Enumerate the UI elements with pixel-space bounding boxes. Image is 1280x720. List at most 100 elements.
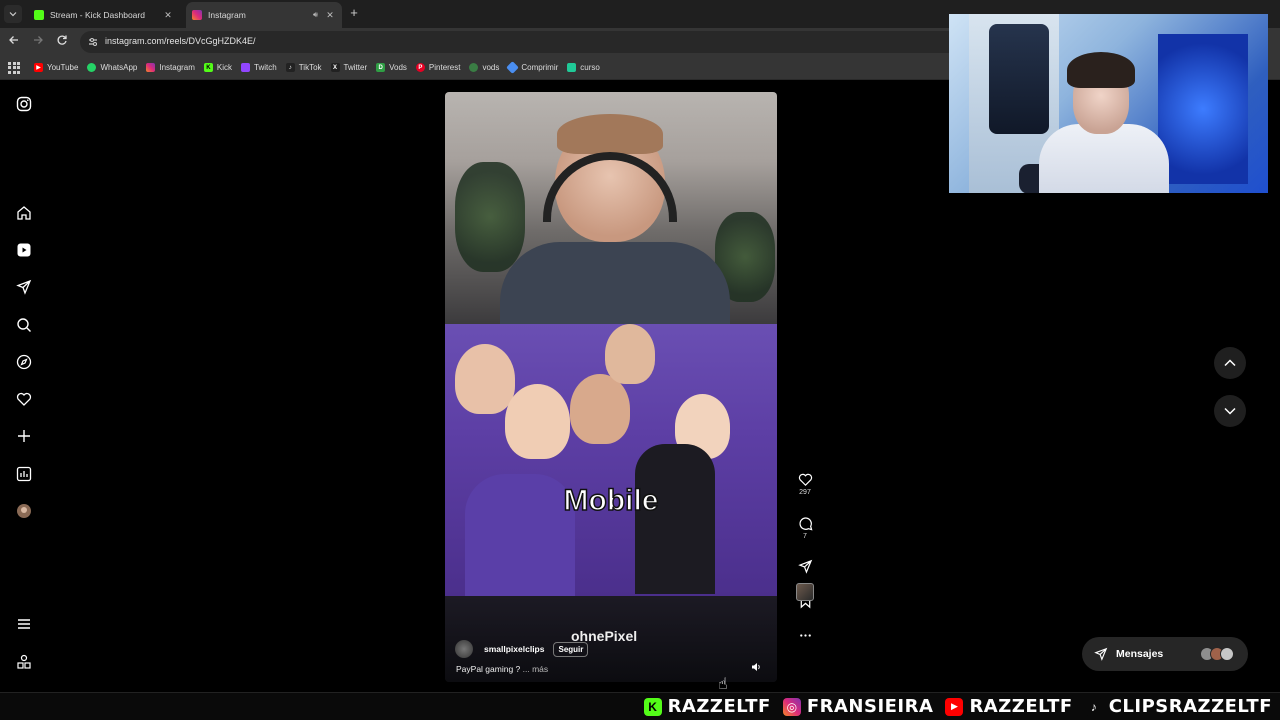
more-horizontal-icon <box>799 634 811 637</box>
mouse-cursor-icon: ☝ <box>718 676 728 693</box>
group-photo-frame: Mobile <box>445 324 777 596</box>
chevron-down-icon <box>9 12 17 17</box>
reel-audio-thumbnail[interactable] <box>796 583 814 601</box>
message-avatars <box>1200 647 1234 661</box>
reel-author-row: smallpixelclips Seguir <box>455 640 589 658</box>
share-button[interactable] <box>793 559 817 574</box>
stream-social-banner: K RAZZELTF ◎ FRANSIEIRA ▶ RAZZELTF ♪ CLI… <box>0 692 1280 720</box>
arrow-right-icon <box>34 36 43 44</box>
instagram-sidebar <box>0 80 48 692</box>
previous-reel-button[interactable] <box>1214 347 1246 379</box>
chevron-up-icon <box>1224 359 1236 367</box>
bookmark-kick[interactable]: K Kick <box>203 63 233 72</box>
bookmark-label: Twitter <box>343 63 368 72</box>
messages-label: Mensajes <box>1116 648 1164 660</box>
banner-tiktok: ♪ CLIPSRAZZELTF <box>1084 696 1272 717</box>
youtube-icon: ▶ <box>945 697 964 716</box>
heart-icon <box>798 473 812 486</box>
follow-button[interactable]: Seguir <box>553 641 589 657</box>
bookmark-instagram[interactable]: Instagram <box>146 63 195 72</box>
direct-messages-icon[interactable] <box>15 278 33 296</box>
notifications-heart-icon[interactable] <box>15 390 33 408</box>
reels-icon[interactable] <box>15 241 33 259</box>
comment-count: 7 <box>803 533 807 540</box>
vods-icon <box>469 63 479 72</box>
bookmark-vods[interactable]: D Vods <box>376 63 407 72</box>
tiktok-icon: ♪ <box>1084 697 1103 716</box>
more-options-button[interactable] <box>793 628 817 643</box>
author-username[interactable]: smallpixelclips <box>484 644 544 654</box>
instagram-icon <box>146 63 156 72</box>
close-icon[interactable]: ✕ <box>162 10 174 21</box>
more-menu-icon[interactable] <box>15 615 33 633</box>
banner-text: RAZZELTF <box>667 696 771 717</box>
comment-icon <box>798 517 812 531</box>
bookmark-label: Vods <box>389 63 407 72</box>
banner-kick: K RAZZELTF <box>643 696 771 717</box>
reel-info-panel: ohnePixel smallpixelclips Seguir PayPal … <box>445 596 777 682</box>
send-icon <box>1094 647 1108 661</box>
banner-text: FRANSIEIRA <box>806 696 934 717</box>
bookmark-whatsapp[interactable]: WhatsApp <box>87 63 137 72</box>
speaker-icon[interactable]: 🔊︎ <box>313 10 318 20</box>
vods-icon: D <box>376 63 386 72</box>
also-from-meta-icon[interactable] <box>15 653 33 671</box>
reel-caption[interactable]: PayPal gaming ? ... más <box>456 664 548 674</box>
new-tab-button[interactable]: + <box>347 6 361 20</box>
bookmark-vods-2[interactable]: vods <box>469 63 499 72</box>
bookmark-curso[interactable]: curso <box>567 63 600 72</box>
whatsapp-icon <box>87 63 97 72</box>
instagram-logo-icon[interactable] <box>15 95 33 113</box>
streamer-video-frame <box>445 92 777 332</box>
kick-icon <box>34 10 44 20</box>
twitch-icon <box>241 63 251 72</box>
youtube-icon: ▶ <box>34 63 43 72</box>
tab-search-button[interactable] <box>4 5 22 23</box>
site-info-icon[interactable] <box>87 36 99 48</box>
bookmark-twitch[interactable]: Twitch <box>241 63 277 72</box>
comment-button[interactable]: 7 <box>793 516 817 540</box>
tiktok-icon: ♪ <box>285 63 295 72</box>
explore-icon[interactable] <box>15 353 33 371</box>
like-count: 297 <box>799 489 811 496</box>
kick-icon: K <box>203 63 213 72</box>
bookmark-label: Kick <box>216 63 233 72</box>
forward-button[interactable] <box>30 34 46 50</box>
reload-button[interactable] <box>54 34 70 50</box>
next-reel-button[interactable] <box>1214 395 1246 427</box>
send-icon <box>797 559 812 574</box>
tab-instagram[interactable]: Instagram 🔊︎ ✕ <box>186 2 342 28</box>
instagram-icon: ◎ <box>782 697 801 716</box>
bookmark-label: Pinterest <box>428 63 461 72</box>
bookmark-twitter[interactable]: X Twitter <box>330 63 368 72</box>
bookmark-comprimir[interactable]: Comprimir <box>506 61 559 74</box>
bookmark-label: curso <box>580 63 600 72</box>
home-icon[interactable] <box>15 204 33 222</box>
bookmark-pinterest[interactable]: P Pinterest <box>415 63 461 72</box>
messages-button[interactable]: Mensajes <box>1082 637 1248 671</box>
create-plus-icon[interactable] <box>15 427 33 445</box>
banner-instagram: ◎ FRANSIEIRA <box>782 696 934 717</box>
profile-avatar[interactable] <box>15 502 33 520</box>
bookmark-label: Twitch <box>254 63 277 72</box>
reel-video[interactable]: Mobile ohnePixel smallpixelclips Seguir … <box>445 92 777 682</box>
search-icon[interactable] <box>15 316 33 334</box>
bookmark-youtube[interactable]: ▶ YouTube <box>34 63 78 72</box>
url-text: instagram.com/reels/DVcGgHZDK4E/ <box>105 36 256 46</box>
reel-overlay-text: Mobile <box>563 483 660 518</box>
close-icon[interactable]: ✕ <box>324 10 336 21</box>
dashboard-icon[interactable] <box>15 465 33 483</box>
back-button[interactable] <box>6 34 22 50</box>
reload-icon <box>57 35 67 45</box>
apps-grid-icon[interactable] <box>8 61 20 74</box>
like-button[interactable]: 297 <box>793 472 817 496</box>
bookmark-tiktok[interactable]: ♪ TikTok <box>285 63 322 72</box>
bookmark-label: Comprimir <box>521 63 559 72</box>
bookmark-label: vods <box>482 63 500 72</box>
avatar <box>1220 647 1234 661</box>
caption-more-link[interactable]: ... más <box>523 664 549 674</box>
bookmark-label: Instagram <box>159 63 195 72</box>
tab-kick-dashboard[interactable]: Stream - Kick Dashboard ✕ <box>28 2 180 28</box>
speaker-icon[interactable] <box>751 662 761 672</box>
author-avatar[interactable] <box>455 640 473 658</box>
